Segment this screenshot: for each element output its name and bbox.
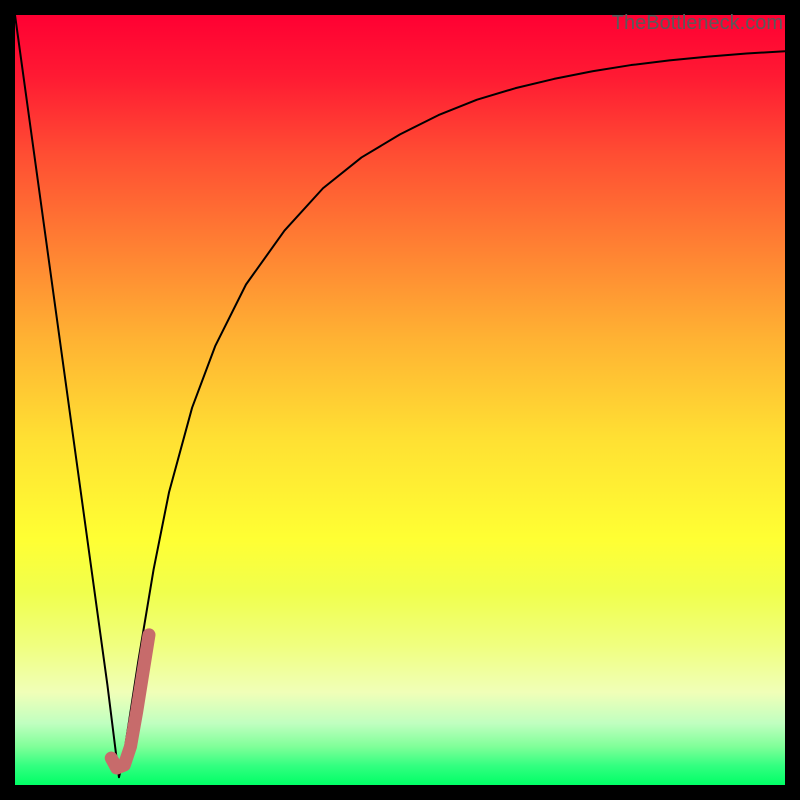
chart-container: TheBottleneck.com [0, 0, 800, 800]
chart-svg [15, 15, 785, 785]
plot-area: TheBottleneck.com [15, 15, 785, 785]
series-bottleneck-curve [15, 15, 785, 777]
series-highlight-segment [111, 635, 149, 768]
